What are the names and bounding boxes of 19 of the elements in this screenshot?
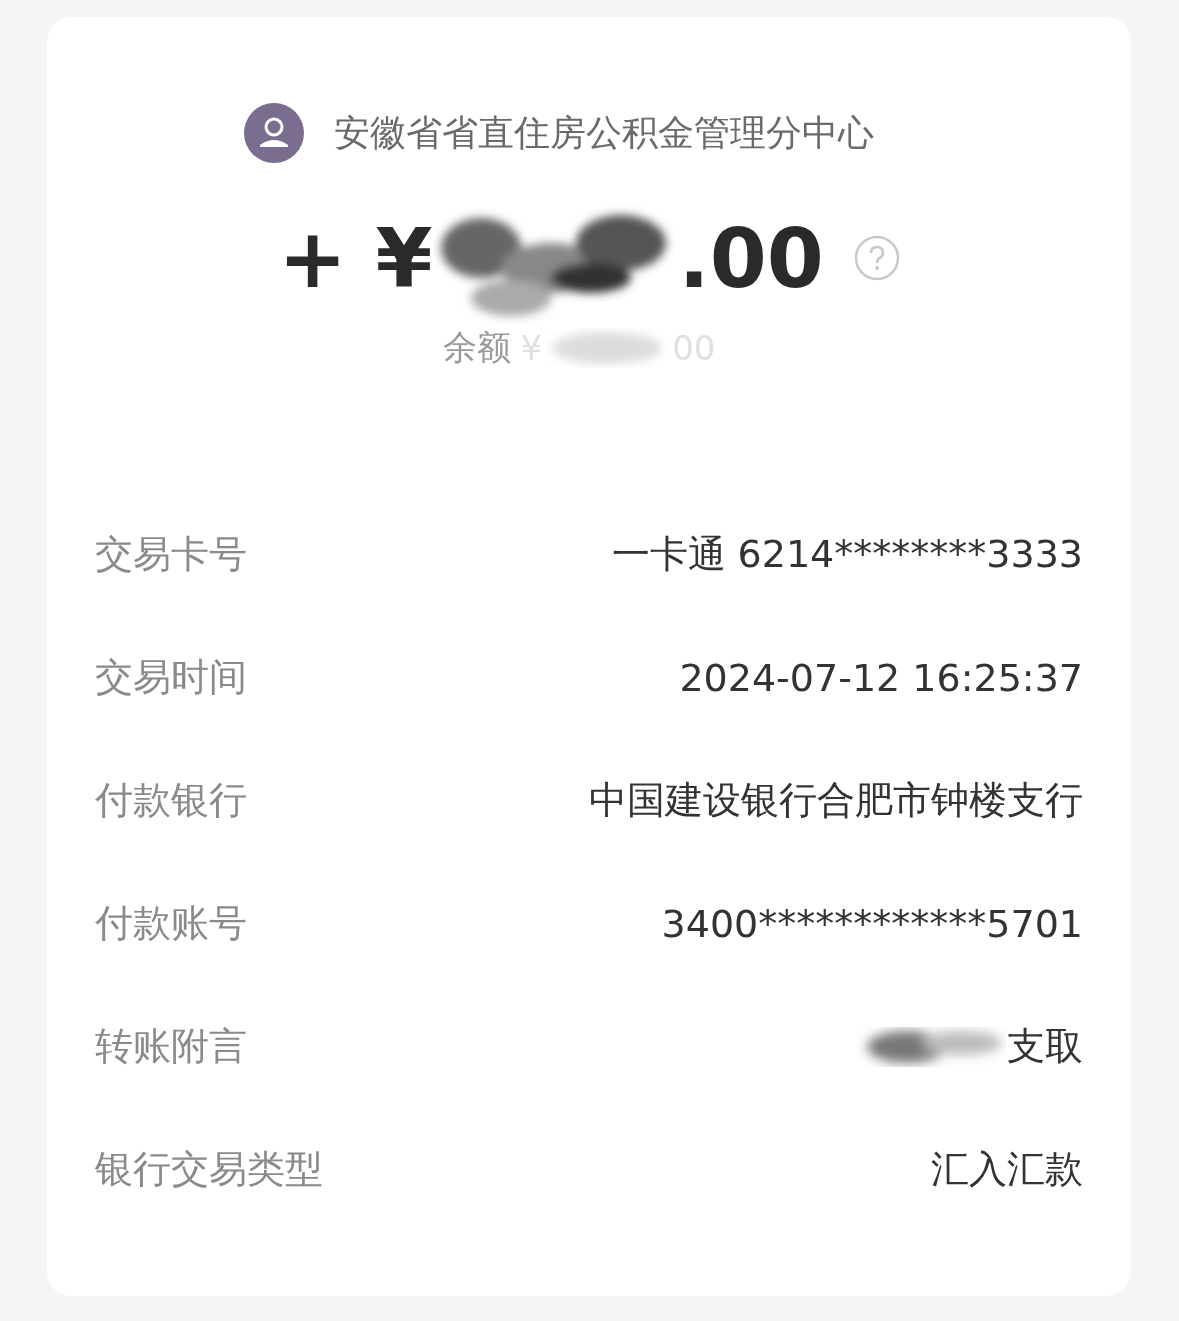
detail-value: 2024-07-12 16:25:37 — [679, 655, 1083, 700]
help-icon[interactable] — [853, 235, 900, 281]
detail-label: 交易卡号 — [95, 531, 247, 578]
balance-currency: ¥ — [520, 328, 543, 368]
detail-label: 付款账号 — [95, 900, 247, 947]
organization-name: 安徽省省直住房公积金管理分中心 — [334, 110, 874, 155]
amount-suffix: .00 — [678, 210, 824, 306]
detail-label: 交易时间 — [95, 654, 247, 701]
amount-prefix: + ¥ — [278, 210, 433, 306]
detail-value: 中国建设银行合肥市钟楼支行 — [589, 777, 1083, 824]
detail-label: 付款银行 — [95, 777, 247, 824]
detail-value: 汇入汇款 — [931, 1146, 1083, 1193]
detail-label: 银行交易类型 — [95, 1146, 323, 1193]
avatar-icon — [244, 103, 304, 163]
detail-label: 转账附言 — [95, 1023, 247, 1070]
detail-value: 3400************5701 — [661, 901, 1083, 946]
detail-value: 一卡通 6214********3333 — [611, 531, 1083, 578]
balance-label: 余额 — [442, 326, 511, 369]
detail-value: 支取 — [1007, 1023, 1083, 1070]
